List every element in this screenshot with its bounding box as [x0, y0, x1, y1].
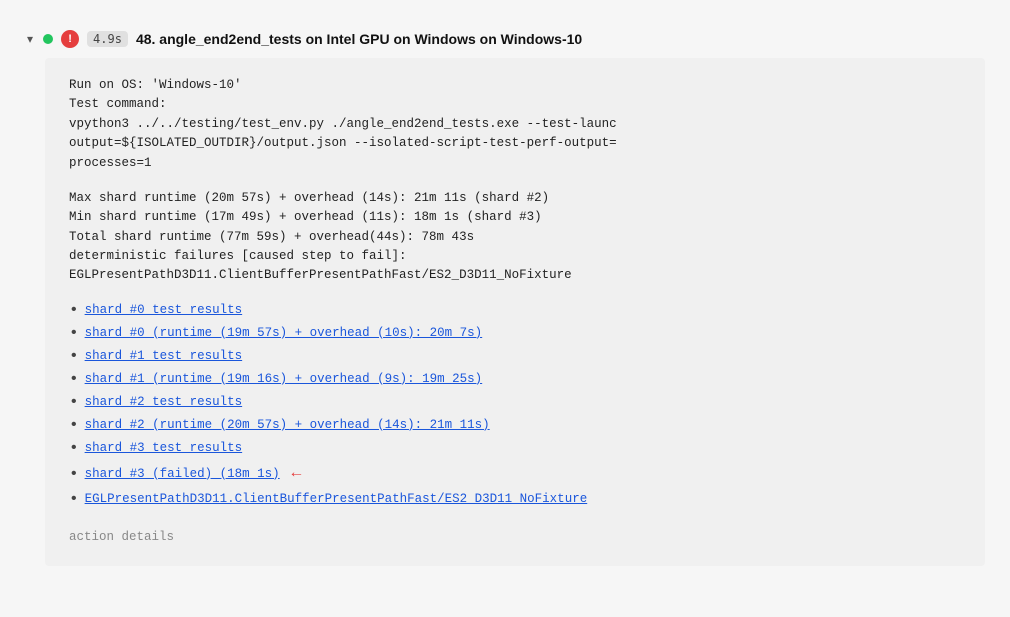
- test-command-label: Test command:: [69, 95, 961, 114]
- min-shard-stat: Min shard runtime (17m 49s) + overhead (…: [69, 208, 961, 227]
- bullet-icon: •: [69, 491, 79, 507]
- max-shard-stat: Max shard runtime (20m 57s) + overhead (…: [69, 189, 961, 208]
- footer-more-text: action details: [69, 528, 961, 547]
- list-item: • EGLPresentPathD3D11.ClientBufferPresen…: [69, 489, 961, 509]
- list-item: • shard #3 test results: [69, 438, 961, 458]
- total-shard-stat: Total shard runtime (77m 59s) + overhead…: [69, 228, 961, 247]
- error-icon: !: [61, 30, 79, 48]
- egl-failure-link[interactable]: EGLPresentPathD3D11.ClientBufferPresentP…: [85, 489, 588, 509]
- shard3-failed-link[interactable]: shard #3 (failed) (18m 1s): [85, 464, 280, 484]
- bullet-icon: •: [69, 302, 79, 318]
- chevron-toggle-button[interactable]: ▾: [25, 30, 35, 48]
- list-item: • shard #1 test results: [69, 346, 961, 366]
- list-item: • shard #3 (failed) (18m 1s) ←: [69, 461, 961, 487]
- duration-badge: 4.9s: [87, 31, 128, 47]
- shard2-runtime-link[interactable]: shard #2 (runtime (20m 57s) + overhead (…: [85, 415, 490, 435]
- list-item: • shard #0 (runtime (19m 57s) + overhead…: [69, 323, 961, 343]
- shard0-results-link[interactable]: shard #0 test results: [85, 300, 243, 320]
- shard1-results-link[interactable]: shard #1 test results: [85, 346, 243, 366]
- list-item: • shard #2 (runtime (20m 57s) + overhead…: [69, 415, 961, 435]
- chevron-down-icon: ▾: [27, 32, 33, 46]
- bullet-icon: •: [69, 394, 79, 410]
- bullet-icon: •: [69, 371, 79, 387]
- shard1-runtime-link[interactable]: shard #1 (runtime (19m 16s) + overhead (…: [85, 369, 483, 389]
- bullet-icon: •: [69, 440, 79, 456]
- job-title: 48. angle_end2end_tests on Intel GPU on …: [136, 31, 582, 47]
- shard0-runtime-link[interactable]: shard #0 (runtime (19m 57s) + overhead (…: [85, 323, 483, 343]
- bullet-icon: •: [69, 466, 79, 482]
- shard-list: • shard #0 test results • shard #0 (runt…: [69, 300, 961, 510]
- test-command-code: vpython3 ../../testing/test_env.py ./ang…: [69, 115, 961, 173]
- list-item: • shard #1 (runtime (19m 16s) + overhead…: [69, 369, 961, 389]
- shard3-results-link[interactable]: shard #3 test results: [85, 438, 243, 458]
- arrow-icon: ←: [292, 461, 302, 487]
- det-failures-value: EGLPresentPathD3D11.ClientBufferPresentP…: [69, 266, 961, 285]
- bullet-icon: •: [69, 325, 79, 341]
- os-line: Run on OS: 'Windows-10': [69, 76, 961, 95]
- shard2-results-link[interactable]: shard #2 test results: [85, 392, 243, 412]
- job-body: Run on OS: 'Windows-10' Test command: vp…: [45, 58, 985, 566]
- main-container: ▾ ! 4.9s 48. angle_end2end_tests on Inte…: [25, 20, 985, 566]
- bullet-icon: •: [69, 348, 79, 364]
- list-item: • shard #0 test results: [69, 300, 961, 320]
- job-header: ▾ ! 4.9s 48. angle_end2end_tests on Inte…: [25, 20, 985, 54]
- list-item: • shard #2 test results: [69, 392, 961, 412]
- det-failures-label: deterministic failures [caused step to f…: [69, 247, 961, 266]
- bullet-icon: •: [69, 417, 79, 433]
- status-green-dot: [43, 34, 53, 44]
